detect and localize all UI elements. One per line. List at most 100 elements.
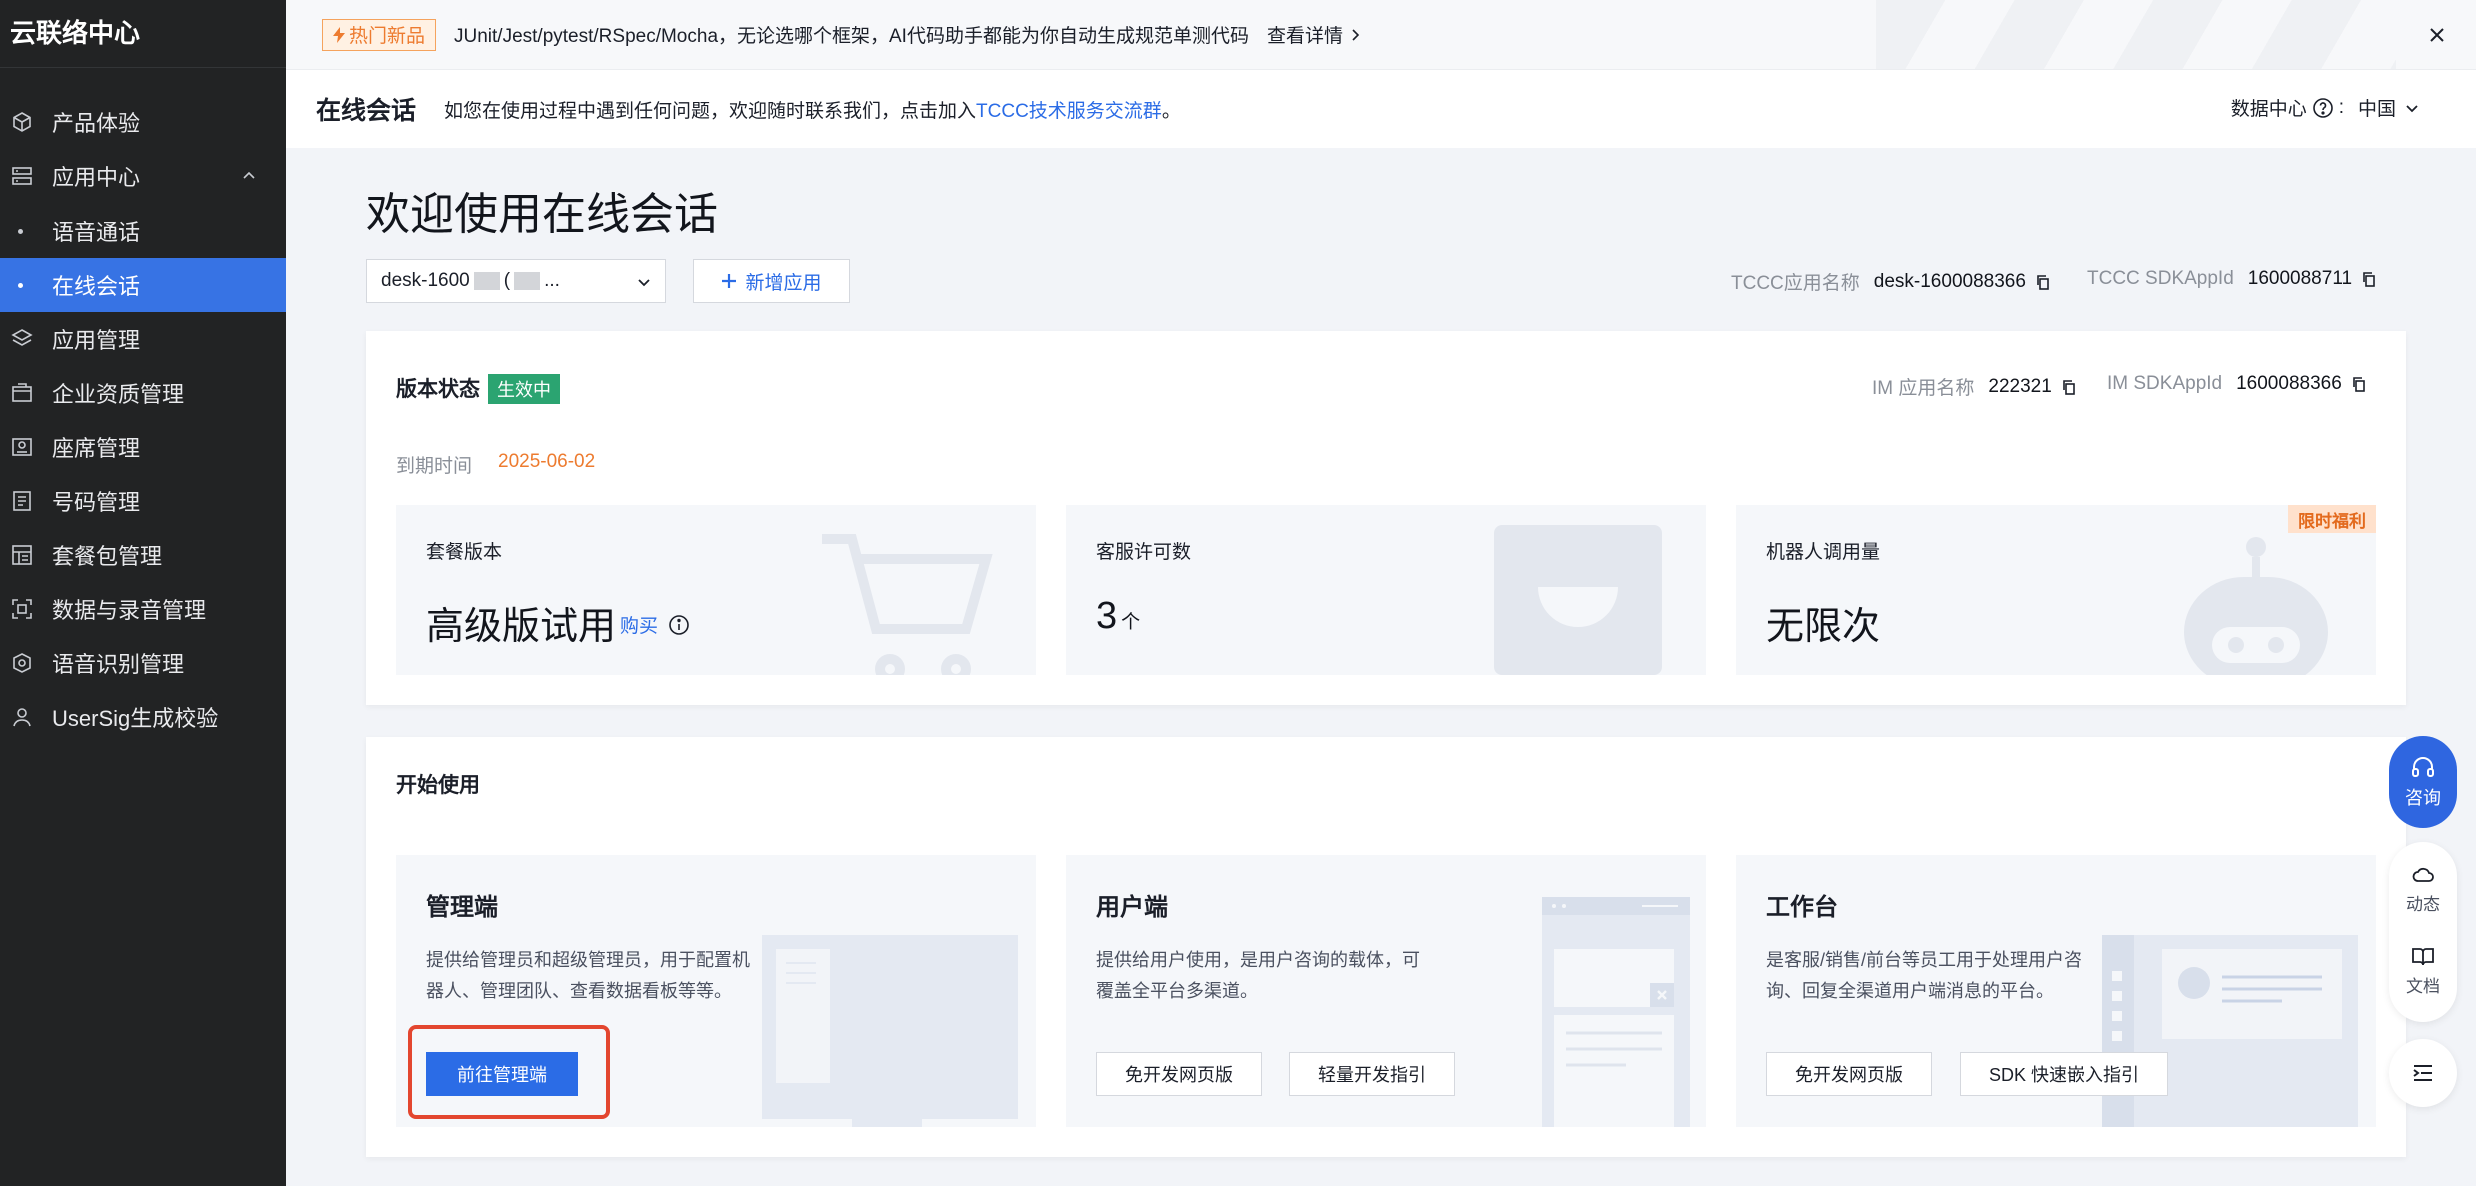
admin-illustration xyxy=(762,935,1018,1127)
cube-icon xyxy=(10,110,34,134)
stat-value: 无限次 xyxy=(1766,606,1881,648)
package-icon xyxy=(10,543,34,567)
copy-icon[interactable] xyxy=(2034,273,2052,291)
promo-tag: 热门新品 xyxy=(322,18,437,51)
masked-text xyxy=(514,272,541,290)
news-button[interactable]: 动态 xyxy=(2389,862,2457,915)
sidebar: 云联络中心 产品体验 应用中心 语音通话 在线会话 应用管理 企业资质管理 座席… xyxy=(0,0,286,1186)
page-title: 在线会话 xyxy=(316,97,417,125)
sidebar-item-online-chat[interactable]: 在线会话 xyxy=(0,258,286,312)
promo-details-link[interactable]: 查看详情 xyxy=(1267,21,1362,48)
im-sdkappid: IM SDKAppId 1600088366 xyxy=(2107,373,2368,395)
stat-label: 套餐版本 xyxy=(426,542,503,563)
status-badge: 生效中 xyxy=(488,374,560,404)
docs-label: 文档 xyxy=(2406,977,2440,996)
seat-icon xyxy=(10,435,34,459)
tccc-sdkappid: TCCC SDKAppId 1600088711 xyxy=(2087,268,2378,290)
data-center-colon: : xyxy=(2338,96,2344,118)
sidebar-item-data-recording[interactable]: 数据与录音管理 xyxy=(0,582,286,636)
im-sdkappid-label: IM SDKAppId xyxy=(2107,373,2223,394)
consult-button[interactable]: 咨询 xyxy=(2389,736,2457,828)
header-desc-text: 如您在使用过程中遇到任何问题，欢迎随时联系我们，点击加入 xyxy=(444,100,977,122)
sdk-embed-guide-button[interactable]: SDK 快速嵌入指引 xyxy=(1960,1052,2169,1096)
user-client-illustration xyxy=(1542,897,1690,1127)
collapse-menu-button[interactable] xyxy=(2389,1039,2457,1107)
sidebar-item-label: 号码管理 xyxy=(52,490,141,515)
sidebar-item-label: 座席管理 xyxy=(52,436,141,461)
limited-offer-badge: 限时福利 xyxy=(2288,505,2376,533)
no-dev-web-button[interactable]: 免开发网页版 xyxy=(1096,1052,1262,1096)
info-icon[interactable] xyxy=(668,614,690,636)
buy-link[interactable]: 购买 xyxy=(620,611,690,638)
sidebar-item-label: 语音通话 xyxy=(52,220,141,245)
panel-description: 提供给用户使用，是用户咨询的载体，可覆盖全平台多渠道。 xyxy=(1096,950,1420,1001)
layers-icon xyxy=(10,327,34,351)
cart-illustration xyxy=(822,534,993,675)
im-sdkappid-value: 1600088366 xyxy=(2236,373,2342,394)
buy-label: 购买 xyxy=(620,616,659,637)
sidebar-item-number-management[interactable]: 号码管理 xyxy=(0,474,286,528)
plus-icon xyxy=(722,274,737,288)
app-center-icon xyxy=(10,164,34,188)
float-panel: 动态 文档 xyxy=(2389,842,2457,1022)
chevron-right-icon xyxy=(1352,29,1360,41)
close-icon[interactable] xyxy=(2422,20,2452,50)
tccc-app-name-value: desk-1600088366 xyxy=(1873,270,2026,292)
bullet-dot xyxy=(18,228,23,234)
panel-title: 工作台 xyxy=(1766,894,1838,921)
get-started-card: 开始使用 管理端 提供给管理员和超级管理员，用于配置机器人、管理团队、查看数据看… xyxy=(366,737,2406,1157)
sidebar-item-voice-call[interactable]: 语音通话 xyxy=(0,204,286,258)
docs-button[interactable]: 文档 xyxy=(2389,944,2457,997)
panel-title: 用户端 xyxy=(1096,894,1168,921)
stat-value: 3个 xyxy=(1096,595,1140,638)
license-illustration xyxy=(1494,525,1662,675)
stat-number: 3 xyxy=(1096,595,1118,637)
brand-title: 云联络中心 xyxy=(0,0,286,68)
panel-description: 是客服/销售/前台等员工用于处理用户咨询、回复全渠道用户端消息的平台。 xyxy=(1766,950,2083,1001)
promo-link-label: 查看详情 xyxy=(1266,26,1343,47)
stat-unit: 个 xyxy=(1121,612,1141,633)
region-select[interactable]: 中国 xyxy=(2358,94,2420,121)
welcome-title: 欢迎使用在线会话 xyxy=(366,190,718,239)
workbench-illustration xyxy=(2102,935,2358,1127)
sidebar-item-package-management[interactable]: 套餐包管理 xyxy=(0,528,286,582)
app-select-mid: ( xyxy=(503,270,511,291)
data-center-label: 数据中心 xyxy=(2230,99,2307,120)
im-app-name-value: 222321 xyxy=(1988,375,2052,397)
masked-text xyxy=(473,272,500,290)
no-dev-web-button[interactable]: 免开发网页版 xyxy=(1766,1052,1932,1096)
lightning-icon xyxy=(333,26,345,43)
panel-workbench: 工作台 是客服/销售/前台等员工用于处理用户咨询、回复全渠道用户端消息的平台。 … xyxy=(1736,855,2376,1127)
chevron-down-icon xyxy=(638,279,650,287)
sidebar-item-enterprise-qualification[interactable]: 企业资质管理 xyxy=(0,366,286,420)
tccc-group-link[interactable]: TCCC技术服务交流群 xyxy=(976,101,1162,122)
version-card: 版本状态 生效中 IM 应用名称 222321 IM SDKAppId 1600… xyxy=(366,331,2406,705)
expire-date: 2025-06-02 xyxy=(498,451,596,472)
app-select[interactable]: desk-1600 ( ... xyxy=(366,259,666,303)
region-value: 中国 xyxy=(2357,99,2396,120)
folder-icon xyxy=(10,381,34,405)
sidebar-item-app-center[interactable]: 应用中心 xyxy=(0,149,286,203)
sidebar-item-label: 应用中心 xyxy=(52,165,141,190)
sidebar-item-app-management[interactable]: 应用管理 xyxy=(0,312,286,366)
im-app-name: IM 应用名称 222321 xyxy=(1872,373,2078,400)
sidebar-item-usersig[interactable]: UserSig生成校验 xyxy=(0,690,286,744)
sidebar-item-label: 企业资质管理 xyxy=(52,382,185,407)
page-header: 在线会话 如您在使用过程中遇到任何问题，欢迎随时联系我们，点击加入TCCC技术服… xyxy=(286,70,2476,148)
promo-decoration xyxy=(1876,0,2396,69)
copy-icon[interactable] xyxy=(2350,375,2368,393)
copy-icon[interactable] xyxy=(2060,378,2078,396)
sidebar-item-voice-recognition[interactable]: 语音识别管理 xyxy=(0,636,286,690)
sidebar-item-label: 在线会话 xyxy=(52,274,141,299)
number-icon xyxy=(10,489,34,513)
tccc-app-name: TCCC应用名称 desk-1600088366 xyxy=(1731,268,2052,295)
sidebar-item-seat-management[interactable]: 座席管理 xyxy=(0,420,286,474)
headset-icon xyxy=(2412,757,2434,777)
stat-label: 客服许可数 xyxy=(1096,542,1192,563)
sidebar-item-product-experience[interactable]: 产品体验 xyxy=(0,95,286,149)
copy-icon[interactable] xyxy=(2360,270,2378,288)
help-icon[interactable] xyxy=(2311,96,2335,120)
light-dev-guide-button[interactable]: 轻量开发指引 xyxy=(1289,1052,1455,1096)
stat-label: 机器人调用量 xyxy=(1766,542,1881,563)
new-app-button[interactable]: 新增应用 xyxy=(693,259,850,303)
